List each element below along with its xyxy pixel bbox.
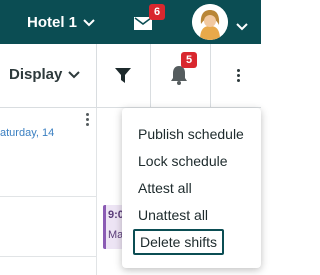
hotel-name: Hotel 1 bbox=[27, 13, 78, 31]
mail-button[interactable]: 6 bbox=[132, 4, 165, 35]
top-bar: Hotel 1 6 bbox=[0, 0, 261, 44]
column-options-icon[interactable] bbox=[84, 111, 90, 127]
more-options-menu: Publish schedule Lock schedule Attest al… bbox=[122, 108, 261, 268]
row-divider bbox=[0, 256, 96, 257]
menu-item-publish-schedule[interactable]: Publish schedule bbox=[138, 126, 244, 142]
row-divider bbox=[0, 196, 96, 197]
hotel-selector[interactable]: Hotel 1 bbox=[27, 11, 95, 33]
divider bbox=[96, 44, 97, 107]
avatar[interactable] bbox=[192, 4, 228, 40]
menu-item-attest-all[interactable]: Attest all bbox=[138, 180, 192, 196]
display-label: Display bbox=[9, 66, 63, 83]
chevron-down-icon bbox=[83, 14, 95, 31]
column-divider bbox=[96, 108, 97, 275]
more-options-icon[interactable] bbox=[234, 64, 244, 84]
account-chevron-down-icon[interactable] bbox=[236, 18, 248, 36]
divider bbox=[210, 44, 211, 107]
menu-item-lock-schedule[interactable]: Lock schedule bbox=[138, 153, 228, 169]
divider bbox=[150, 44, 151, 107]
filter-icon[interactable] bbox=[115, 68, 131, 88]
bell-icon bbox=[170, 65, 188, 90]
menu-item-delete-shifts[interactable]: Delete shifts bbox=[133, 229, 225, 255]
menu-item-unattest-all[interactable]: Unattest all bbox=[138, 207, 208, 223]
display-dropdown[interactable]: Display bbox=[9, 66, 81, 83]
chevron-down-icon bbox=[68, 66, 81, 83]
mail-icon bbox=[134, 17, 152, 35]
mail-count-badge: 6 bbox=[149, 4, 165, 20]
day-header-label: aturday, 14 bbox=[0, 127, 55, 139]
notification-count-badge: 5 bbox=[181, 52, 197, 68]
toolbar: Display 5 bbox=[0, 44, 261, 108]
